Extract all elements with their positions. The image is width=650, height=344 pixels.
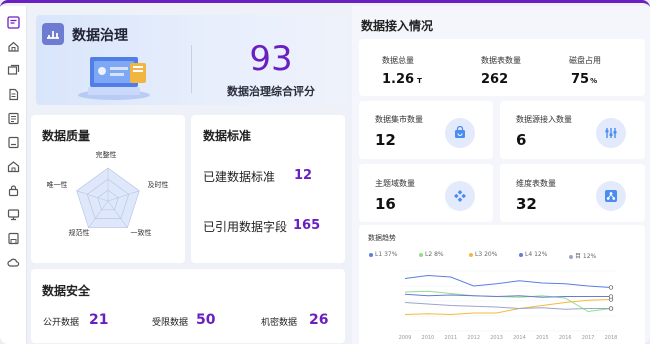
disk-usage-label: 磁盘占用 <box>569 56 601 65</box>
dimension-table-label: 维度表数量 <box>516 179 556 188</box>
quality-radar-chart: 完整性 及时性 一致性 规范性 唯一性 <box>47 150 169 237</box>
governance-score-card: 数据治理 93 数据治理综合评分 <box>36 15 348 105</box>
total-data-value: 1.26 T <box>382 72 422 87</box>
save-icon[interactable] <box>7 232 20 245</box>
radar-axis-label: 及时性 <box>148 180 169 189</box>
x-tick-label: 2009 <box>399 335 412 341</box>
document-icon[interactable] <box>7 88 20 101</box>
referenced-fields-value: 165 <box>293 218 321 233</box>
referenced-fields-label: 已引用数据字段 <box>203 220 288 234</box>
public-data-label: 公开数据 <box>43 318 80 328</box>
radar-axis-label: 规范性 <box>69 228 90 237</box>
data-mart-card[interactable]: 数据集市数量 12 <box>359 101 493 159</box>
data-source-card[interactable]: 数据源接入数量 6 <box>500 101 645 159</box>
x-tick-label: 2013 <box>490 335 503 341</box>
restricted-data-value: 50 <box>196 312 216 328</box>
series-end-point[interactable] <box>608 306 614 311</box>
summary-stats-card: 数据总量 1.26 T 数据表数量 262 磁盘占用 75% <box>359 39 645 96</box>
disk-usage-value: 75% <box>571 72 598 87</box>
edit-list-icon[interactable] <box>7 16 20 29</box>
home-icon[interactable] <box>7 40 20 53</box>
dimension-table-card[interactable]: 维度表数量 32 <box>500 164 645 222</box>
data-security-card: 数据安全 公开数据 21 受限数据 50 机密数据 26 <box>31 269 345 343</box>
standard-label: 已建数据标准 <box>203 170 276 184</box>
restricted-data-label: 受限数据 <box>152 318 189 328</box>
x-tick-label: 2012 <box>467 335 480 341</box>
dashboard-frame: 数据治理 93 数据治理综合评分 数据质量 完整性 及时性 一致性 规范性 唯一… <box>0 0 650 344</box>
score-divider <box>191 45 192 93</box>
radar-axis-label: 唯一性 <box>47 180 68 189</box>
diamond-grid-icon <box>445 181 475 211</box>
radar-axis-label: 一致性 <box>131 228 152 237</box>
x-tick-label: 2015 <box>536 335 549 341</box>
secret-data-label: 机密数据 <box>261 318 298 328</box>
screen-icon[interactable] <box>7 208 20 221</box>
trend-line-chart: 2009 2010 2011 2012 2013 2014 2015 2016 2017 2018 <box>399 270 618 341</box>
x-tick-label: 2018 <box>605 335 618 341</box>
share-icon <box>596 181 626 211</box>
series-end-point[interactable] <box>608 285 614 290</box>
monitor-icon[interactable] <box>7 136 20 149</box>
sidebar-rail <box>0 6 27 344</box>
series-line <box>404 302 611 310</box>
score-label: 数据治理综合评分 <box>227 85 315 98</box>
subject-domain-card[interactable]: 主题域数量 16 <box>359 164 493 222</box>
table-count-label: 数据表数量 <box>481 56 521 65</box>
bag-icon <box>445 118 475 148</box>
score-title: 数据治理 <box>72 28 128 44</box>
data-source-value: 6 <box>516 131 527 149</box>
bars-icon <box>596 118 626 148</box>
x-tick-label: 2017 <box>582 335 595 341</box>
series-end-point[interactable] <box>608 294 614 299</box>
lock-icon[interactable] <box>7 184 20 197</box>
x-tick-label: 2014 <box>513 335 526 341</box>
data-quality-card: 数据质量 完整性 及时性 一致性 规范性 唯一性 <box>31 115 185 263</box>
public-data-value: 21 <box>89 312 109 328</box>
score-value: 93 <box>249 39 293 79</box>
data-source-label: 数据源接入数量 <box>516 115 572 124</box>
secret-data-value: 26 <box>309 312 329 328</box>
x-tick-label: 2016 <box>559 335 572 341</box>
cloud-icon[interactable] <box>7 256 20 269</box>
monitor-illustration <box>66 51 166 101</box>
subject-domain-label: 主题域数量 <box>375 179 415 188</box>
data-mart-value: 12 <box>375 131 396 149</box>
subject-domain-value: 16 <box>375 195 396 213</box>
governance-icon <box>42 23 64 45</box>
total-data-label: 数据总量 <box>382 56 414 65</box>
building-icon[interactable] <box>7 160 20 173</box>
dimension-table-value: 32 <box>516 195 537 213</box>
data-standard-card: 数据标准 已建数据标准 12 已引用数据字段 165 <box>191 115 345 263</box>
x-tick-label: 2010 <box>422 335 435 341</box>
security-title: 数据安全 <box>42 284 91 298</box>
radar-axis-label: 完整性 <box>96 150 117 159</box>
access-title: 数据接入情况 <box>361 19 434 33</box>
data-mart-label: 数据集市数量 <box>375 115 423 124</box>
table-count-value: 262 <box>481 72 509 87</box>
data-access-panel: 数据接入情况 数据总量 1.26 T 数据表数量 262 磁盘占用 75% 数据集… <box>352 6 650 344</box>
x-tick-label: 2011 <box>444 335 457 341</box>
layers-icon[interactable] <box>7 64 20 77</box>
standard-value: 12 <box>294 168 313 183</box>
standard-title: 数据标准 <box>203 129 252 143</box>
data-trend-card: 数据趋势 L1 37% L2 8% L3 20% L4 12% 目 12% 2009 20… <box>359 225 645 344</box>
list-icon[interactable] <box>7 112 20 125</box>
